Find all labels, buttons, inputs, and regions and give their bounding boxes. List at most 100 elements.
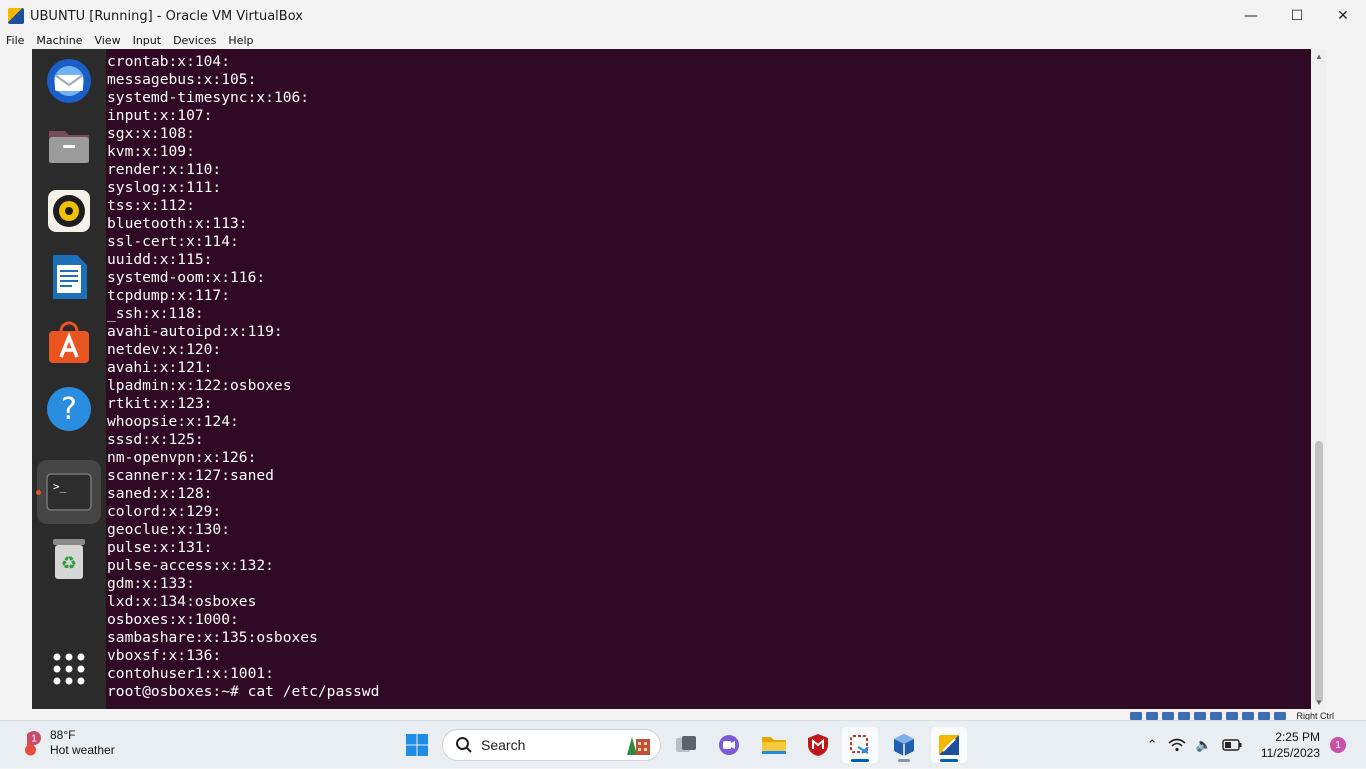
shared-folder-status-icon[interactable] xyxy=(1210,712,1223,720)
terminal-line: uuidd:x:115: xyxy=(107,251,213,268)
trash-icon[interactable]: ♻ xyxy=(45,535,93,583)
terminal-line: sssd:x:125: xyxy=(107,431,204,448)
scroll-up-arrow-icon[interactable]: ▲ xyxy=(1311,49,1327,63)
window-titlebar: UBUNTU [Running] - Oracle VM VirtualBox … xyxy=(0,0,1366,32)
menu-machine[interactable]: Machine xyxy=(30,34,88,47)
terminal-line: lpadmin:x:122:osboxes xyxy=(107,377,292,394)
weather-widget[interactable]: 1 88°F Hot weather xyxy=(18,728,115,758)
menu-help[interactable]: Help xyxy=(222,34,259,47)
status-icons: Right Ctrl xyxy=(1130,711,1334,721)
network-status-icon[interactable] xyxy=(1178,712,1191,720)
menu-bar: File Machine View Input Devices Help xyxy=(0,32,1366,49)
start-button[interactable] xyxy=(399,727,435,763)
virtualbox-status-bar: Right Ctrl xyxy=(0,709,1366,721)
scrollbar-thumb[interactable] xyxy=(1315,441,1323,703)
host-key-label: Right Ctrl xyxy=(1296,711,1334,721)
svg-text:>_: >_ xyxy=(53,480,67,493)
terminal-line: sgx:x:108: xyxy=(107,125,195,142)
virtualbox-manager-icon[interactable] xyxy=(886,727,922,763)
snipping-tool-icon[interactable] xyxy=(842,727,878,763)
terminal-line: pulse:x:131: xyxy=(107,539,213,556)
thermometer-icon: 1 xyxy=(18,728,44,758)
rhythmbox-icon[interactable] xyxy=(45,187,93,235)
show-applications-icon[interactable] xyxy=(45,645,93,693)
cpu-status-icon[interactable] xyxy=(1258,712,1271,720)
recording-status-icon[interactable] xyxy=(1242,712,1255,720)
terminal-line: gdm:x:133: xyxy=(107,575,195,592)
terminal-prompt-line: root@osboxes:~# cat /etc/passwd xyxy=(107,683,380,700)
windows-logo-icon xyxy=(406,734,428,756)
help-icon[interactable]: ? xyxy=(45,385,93,433)
terminal-line: colord:x:129: xyxy=(107,503,222,520)
terminal-line: kvm:x:109: xyxy=(107,143,195,160)
optical-status-icon[interactable] xyxy=(1146,712,1159,720)
volume-icon[interactable]: 🔈 xyxy=(1196,738,1212,753)
terminal-icon[interactable]: >_ xyxy=(45,468,93,516)
terminal-output[interactable]: crontab:x:104: messagebus:x:105: systemd-t… xyxy=(107,49,1311,709)
battery-icon[interactable] xyxy=(1222,739,1242,751)
weather-badge: 1 xyxy=(31,734,37,745)
menu-view[interactable]: View xyxy=(88,34,126,47)
files-icon[interactable] xyxy=(45,121,93,169)
close-button[interactable]: ✕ xyxy=(1320,0,1366,32)
teams-chat-icon[interactable] xyxy=(711,727,747,763)
terminal-line: tss:x:112: xyxy=(107,197,195,214)
terminal-line: contohuser1:x:1001: xyxy=(107,665,274,682)
clock-time: 2:25 PM xyxy=(1275,730,1320,744)
task-view-icon[interactable] xyxy=(668,727,704,763)
windows-taskbar: 1 88°F Hot weather Search ⌃ 🔈 2:25 PM 11… xyxy=(0,720,1366,768)
weather-description: Hot weather xyxy=(50,743,115,757)
clock-date: 11/25/2023 xyxy=(1260,746,1320,760)
terminal-line: osboxes:x:1000: xyxy=(107,611,239,628)
terminal-line: render:x:110: xyxy=(107,161,222,178)
search-label: Search xyxy=(481,737,526,753)
mouse-integration-icon[interactable] xyxy=(1274,712,1287,720)
wifi-icon[interactable] xyxy=(1168,738,1186,752)
menu-devices[interactable]: Devices xyxy=(167,34,222,47)
ubuntu-dock: ? >_ ♻ xyxy=(32,49,106,709)
chevron-up-icon[interactable]: ⌃ xyxy=(1147,738,1158,753)
terminal-line: systemd-timesync:x:106: xyxy=(107,89,310,106)
terminal-line: syslog:x:111: xyxy=(107,179,222,196)
maximize-button[interactable]: ☐ xyxy=(1274,0,1320,32)
window-controls: — ☐ ✕ xyxy=(1228,0,1366,32)
terminal-line: systemd-oom:x:116: xyxy=(107,269,266,286)
menu-input[interactable]: Input xyxy=(127,34,167,47)
terminal-line: geoclue:x:130: xyxy=(107,521,231,538)
terminal-line: rtkit:x:123: xyxy=(107,395,213,412)
terminal-line: pulse-access:x:132: xyxy=(107,557,274,574)
usb-status-icon[interactable] xyxy=(1194,712,1207,720)
terminal-line: _ssh:x:118: xyxy=(107,305,204,322)
mcafee-icon[interactable] xyxy=(800,727,836,763)
terminal-line: saned:x:128: xyxy=(107,485,213,502)
terminal-scrollbar[interactable]: ▲ ▼ xyxy=(1311,49,1327,709)
disk-status-icon[interactable] xyxy=(1130,712,1143,720)
running-indicator xyxy=(36,490,41,495)
notification-badge[interactable]: 1 xyxy=(1330,737,1346,753)
terminal-line: sambashare:x:135:osboxes xyxy=(107,629,318,646)
file-explorer-icon[interactable] xyxy=(756,727,792,763)
terminal-line: whoopsie:x:124: xyxy=(107,413,239,430)
running-indicator xyxy=(898,759,910,762)
scroll-down-arrow-icon[interactable]: ▼ xyxy=(1311,695,1327,709)
weather-temperature: 88°F xyxy=(50,728,76,742)
active-indicator xyxy=(851,759,869,762)
search-highlight-icon xyxy=(627,737,650,755)
system-tray: ⌃ 🔈 2:25 PM 11/25/2023 1 xyxy=(1142,721,1366,769)
vm-display[interactable]: ? >_ ♻ crontab:x:104: messagebus:x:105: … xyxy=(32,49,1327,709)
terminal-line: nm-openvpn:x:126: xyxy=(107,449,257,466)
terminal-line: lxd:x:134:osboxes xyxy=(107,593,257,610)
display-status-icon[interactable] xyxy=(1226,712,1239,720)
terminal-line: scanner:x:127:saned xyxy=(107,467,274,484)
menu-file[interactable]: File xyxy=(0,34,30,47)
clock[interactable]: 2:25 PM 11/25/2023 xyxy=(1261,729,1320,761)
taskbar-search[interactable]: Search xyxy=(442,729,661,761)
thunderbird-icon[interactable] xyxy=(45,57,93,105)
minimize-button[interactable]: — xyxy=(1228,0,1274,32)
audio-status-icon[interactable] xyxy=(1162,712,1175,720)
software-center-icon[interactable] xyxy=(45,319,93,367)
terminal-line: avahi-autoipd:x:119: xyxy=(107,323,283,340)
virtualbox-vm-icon[interactable] xyxy=(931,727,967,763)
libreoffice-writer-icon[interactable] xyxy=(45,253,93,301)
terminal-line: bluetooth:x:113: xyxy=(107,215,248,232)
